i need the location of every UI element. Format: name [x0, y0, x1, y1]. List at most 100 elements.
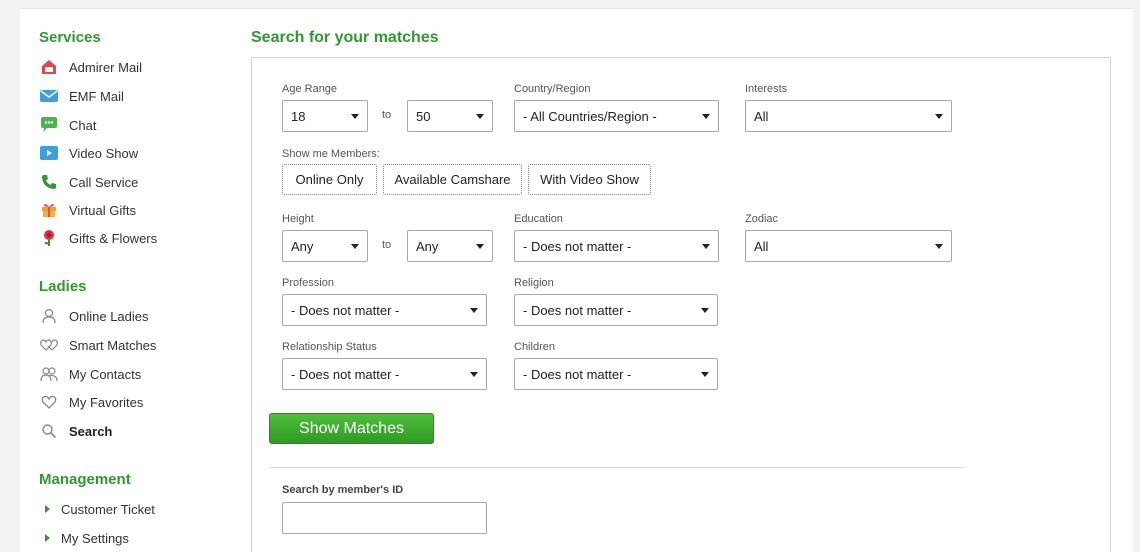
search-by-id-label: Search by member's ID — [282, 484, 404, 496]
religion-label: Religion — [514, 277, 554, 289]
interests-select[interactable]: All — [745, 100, 952, 132]
sidebar-item-admirer-mail[interactable]: Admirer Mail — [39, 56, 142, 78]
sidebar-item-label: Customer Ticket — [61, 501, 155, 517]
religion-value: - Does not matter - — [523, 302, 632, 318]
sidebar-item-label: Call Service — [69, 174, 139, 190]
sidebar-item-search[interactable]: Search — [39, 420, 112, 442]
hearts-icon — [39, 336, 59, 354]
education-value: - Does not matter - — [523, 238, 632, 254]
sidebar-item-label: Smart Matches — [69, 337, 157, 353]
chevron-down-icon — [701, 371, 709, 377]
page-container: Services Admirer Mail EMF Mail Chat Vide… — [20, 8, 1133, 552]
services-heading: Services — [39, 29, 101, 46]
height-from-value: Any — [291, 238, 314, 254]
sidebar-item-customer-ticket[interactable]: Customer Ticket — [39, 498, 155, 520]
sidebar-item-my-favorites[interactable]: My Favorites — [39, 391, 143, 413]
zodiac-value: All — [754, 238, 769, 254]
phone-icon — [39, 173, 59, 191]
chevron-down-icon — [935, 243, 943, 249]
chevron-down-icon — [476, 113, 484, 119]
profession-value: - Does not matter - — [291, 302, 400, 318]
sidebar-item-chat[interactable]: Chat — [39, 114, 96, 136]
height-to-value: Any — [416, 238, 439, 254]
sidebar-item-label: My Settings — [61, 530, 129, 546]
relationship-status-select[interactable]: - Does not matter - — [282, 358, 487, 390]
sidebar-item-label: My Contacts — [69, 366, 142, 382]
person-icon — [39, 307, 59, 325]
height-label: Height — [282, 213, 314, 225]
sidebar-item-label: Search — [69, 423, 113, 439]
sidebar-item-label: My Favorites — [69, 394, 144, 410]
country-value: - All Countries/Region - — [523, 108, 657, 124]
divider — [269, 467, 965, 468]
height-to-select[interactable]: Any — [407, 230, 493, 262]
contacts-icon — [39, 365, 59, 383]
children-value: - Does not matter - — [523, 366, 632, 382]
sidebar-item-label: Admirer Mail — [69, 59, 142, 75]
sidebar-item-my-contacts[interactable]: My Contacts — [39, 363, 141, 385]
sidebar-item-video-show[interactable]: Video Show — [39, 142, 138, 164]
chevron-down-icon — [702, 113, 710, 119]
age-to-separator: to — [382, 109, 392, 121]
show-members-label: Show me Members: — [282, 148, 380, 160]
triangle-right-icon — [45, 505, 50, 513]
height-to-separator: to — [382, 239, 392, 251]
emf-mail-icon — [39, 87, 59, 105]
children-select[interactable]: - Does not matter - — [514, 358, 718, 390]
height-from-select[interactable]: Any — [282, 230, 368, 262]
sidebar-item-gifts-flowers[interactable]: Gifts & Flowers — [39, 227, 157, 249]
sidebar-item-virtual-gifts[interactable]: Virtual Gifts — [39, 199, 136, 221]
admirer-mail-icon — [39, 58, 59, 76]
age-from-value: 18 — [291, 108, 306, 124]
gift-icon — [39, 201, 59, 219]
country-select[interactable]: - All Countries/Region - — [514, 100, 719, 132]
sidebar-item-label: Chat — [69, 117, 97, 133]
management-heading: Management — [39, 471, 131, 488]
chevron-down-icon — [351, 113, 359, 119]
search-icon — [39, 422, 59, 440]
chevron-down-icon — [702, 243, 710, 249]
zodiac-label: Zodiac — [745, 213, 779, 225]
education-label: Education — [514, 213, 563, 225]
sidebar-item-label: Virtual Gifts — [69, 202, 136, 218]
interests-label: Interests — [745, 83, 788, 95]
with-video-show-button[interactable]: With Video Show — [528, 164, 651, 195]
online-only-button[interactable]: Online Only — [282, 164, 377, 195]
sidebar-item-online-ladies[interactable]: Online Ladies — [39, 305, 149, 327]
profession-select[interactable]: - Does not matter - — [282, 294, 487, 326]
chevron-down-icon — [470, 307, 478, 313]
page-title: Search for your matches — [251, 29, 439, 46]
religion-select[interactable]: - Does not matter - — [514, 294, 718, 326]
age-to-select[interactable]: 50 — [407, 100, 493, 132]
interests-value: All — [754, 108, 769, 124]
profession-label: Profession — [282, 277, 334, 289]
chevron-down-icon — [470, 371, 478, 377]
chevron-down-icon — [351, 243, 359, 249]
age-range-label: Age Range — [282, 83, 338, 95]
sidebar-item-label: Video Show — [69, 145, 139, 161]
ladies-heading: Ladies — [39, 278, 87, 295]
show-matches-button[interactable]: Show Matches — [269, 413, 434, 444]
age-to-value: 50 — [416, 108, 431, 124]
chevron-down-icon — [935, 113, 943, 119]
age-from-select[interactable]: 18 — [282, 100, 368, 132]
relationship-status-label: Relationship Status — [282, 341, 377, 353]
education-select[interactable]: - Does not matter - — [514, 230, 719, 262]
available-camshare-button[interactable]: Available Camshare — [383, 164, 522, 195]
chat-icon — [39, 116, 59, 134]
flower-icon — [39, 229, 59, 247]
sidebar-item-call-service[interactable]: Call Service — [39, 171, 138, 193]
search-form-panel: Age Range 18 to 50 Country/Region - All … — [251, 57, 1111, 552]
sidebar-item-label: Gifts & Flowers — [69, 230, 158, 246]
sidebar-item-label: Online Ladies — [69, 308, 149, 324]
sidebar-item-label: EMF Mail — [69, 88, 124, 104]
zodiac-select[interactable]: All — [745, 230, 952, 262]
member-id-input[interactable] — [282, 502, 487, 534]
country-label: Country/Region — [514, 83, 591, 95]
relationship-status-value: - Does not matter - — [291, 366, 400, 382]
chevron-down-icon — [476, 243, 484, 249]
sidebar-item-my-settings[interactable]: My Settings — [39, 527, 129, 549]
chevron-down-icon — [701, 307, 709, 313]
sidebar-item-emf-mail[interactable]: EMF Mail — [39, 85, 124, 107]
sidebar-item-smart-matches[interactable]: Smart Matches — [39, 334, 156, 356]
